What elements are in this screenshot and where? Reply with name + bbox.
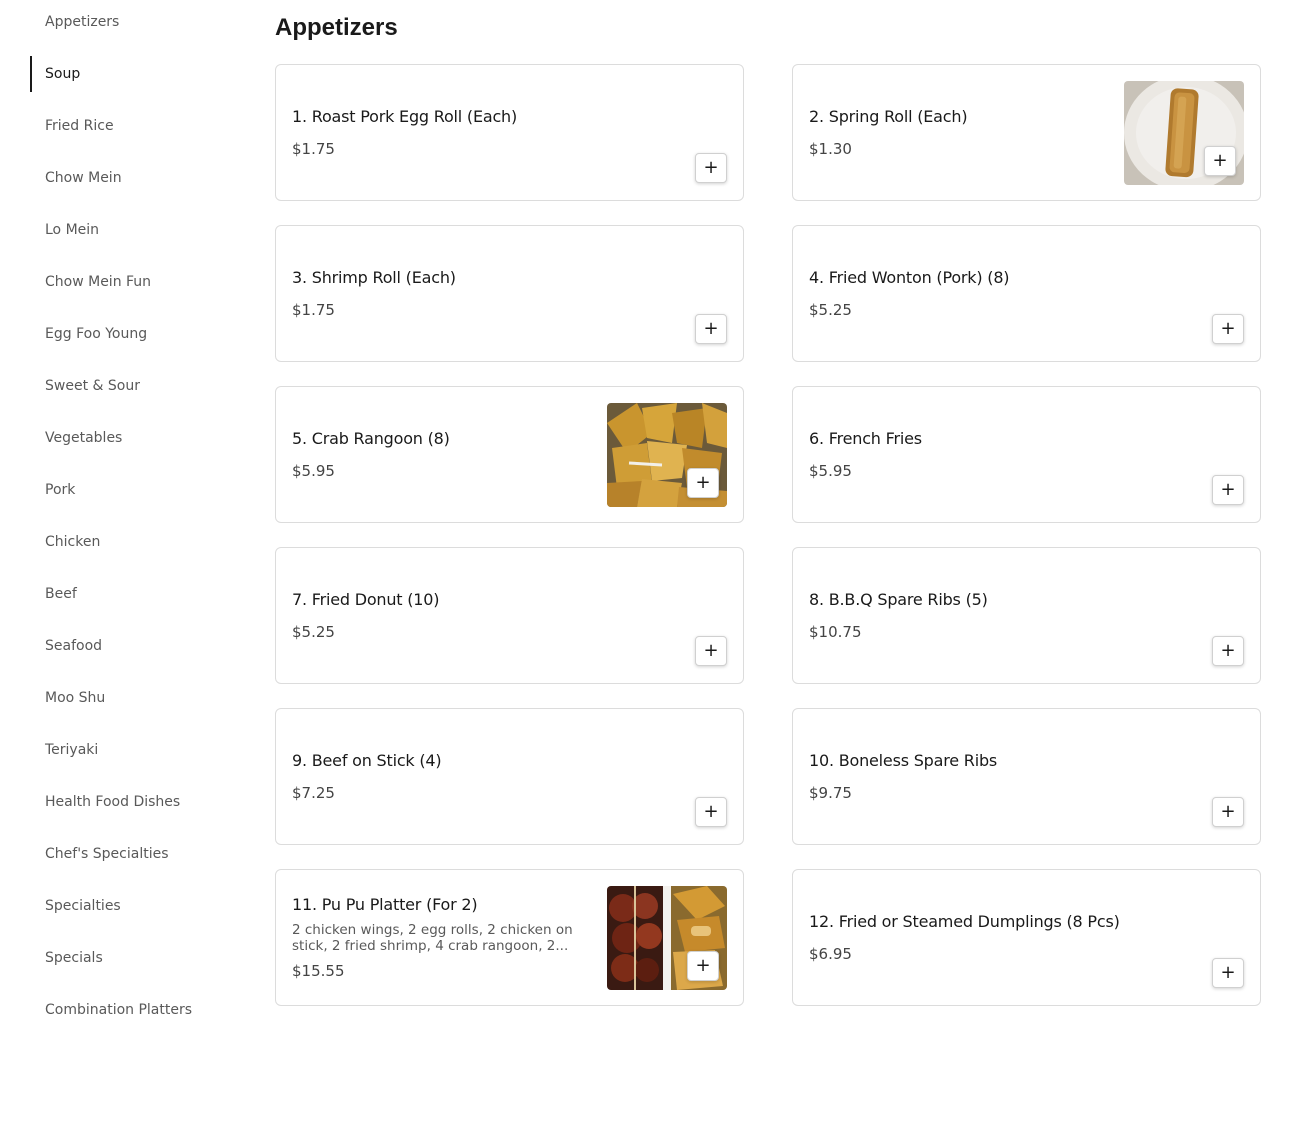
- menu-item-card[interactable]: 9. Beef on Stick (4) $7.25 +: [275, 708, 744, 845]
- sidebar-item-seafood[interactable]: Seafood: [30, 628, 230, 664]
- item-price: $5.25: [809, 301, 852, 319]
- sidebar-item-fried-rice[interactable]: Fried Rice: [30, 108, 230, 144]
- menu-item-card[interactable]: 5. Crab Rangoon (8) $5.95 +: [275, 386, 744, 523]
- menu-item-card[interactable]: 8. B.B.Q Spare Ribs (5) $10.75 +: [792, 547, 1261, 684]
- sidebar-item-vegetables[interactable]: Vegetables: [30, 420, 230, 456]
- item-name: 9. Beef on Stick (4): [292, 751, 442, 770]
- sidebar-item-moo-shu[interactable]: Moo Shu: [30, 680, 230, 716]
- menu-item-card[interactable]: 2. Spring Roll (Each) $1.30 +: [792, 64, 1261, 201]
- add-to-cart-button[interactable]: +: [695, 153, 727, 183]
- item-name: 1. Roast Pork Egg Roll (Each): [292, 107, 518, 126]
- item-name: 2. Spring Roll (Each): [809, 107, 968, 126]
- menu-item-card[interactable]: 3. Shrimp Roll (Each) $1.75 +: [275, 225, 744, 362]
- item-price: $1.75: [292, 301, 335, 319]
- item-name: 10. Boneless Spare Ribs: [809, 751, 998, 770]
- item-name: 8. B.B.Q Spare Ribs (5): [809, 590, 988, 609]
- menu-item-card[interactable]: 7. Fried Donut (10) $5.25 +: [275, 547, 744, 684]
- menu-item-card[interactable]: 10. Boneless Spare Ribs $9.75 +: [792, 708, 1261, 845]
- item-price: $5.25: [292, 623, 335, 641]
- item-price: $9.75: [809, 784, 852, 802]
- add-to-cart-button[interactable]: +: [1212, 958, 1244, 988]
- item-name: 12. Fried or Steamed Dumplings (8 Pcs): [809, 912, 1120, 931]
- item-name: 7. Fried Donut (10): [292, 590, 440, 609]
- sidebar-item-specialties[interactable]: Specialties: [30, 888, 230, 924]
- add-to-cart-button[interactable]: +: [687, 468, 719, 498]
- item-price: $1.75: [292, 140, 335, 158]
- sidebar-item-soup[interactable]: Soup: [30, 56, 230, 92]
- section-title: Appetizers: [275, 14, 398, 41]
- add-to-cart-button[interactable]: +: [687, 951, 719, 981]
- item-price: $10.75: [809, 623, 862, 641]
- sidebar-item-chicken[interactable]: Chicken: [30, 524, 230, 560]
- item-name: 11. Pu Pu Platter (For 2): [292, 895, 478, 914]
- sidebar-item-lo-mein[interactable]: Lo Mein: [30, 212, 230, 248]
- sidebar-item-beef[interactable]: Beef: [30, 576, 230, 612]
- menu-item-card[interactable]: 1. Roast Pork Egg Roll (Each) $1.75 +: [275, 64, 744, 201]
- sidebar-item-appetizers[interactable]: Appetizers: [30, 4, 230, 40]
- menu-item-card[interactable]: 4. Fried Wonton (Pork) (8) $5.25 +: [792, 225, 1261, 362]
- item-price: $7.25: [292, 784, 335, 802]
- sidebar-item-teriyaki[interactable]: Teriyaki: [30, 732, 230, 768]
- menu-item-card[interactable]: 12. Fried or Steamed Dumplings (8 Pcs) $…: [792, 869, 1261, 1006]
- add-to-cart-button[interactable]: +: [1204, 146, 1236, 176]
- sidebar-item-egg-foo-young[interactable]: Egg Foo Young: [30, 316, 230, 352]
- add-to-cart-button[interactable]: +: [695, 314, 727, 344]
- add-to-cart-button[interactable]: +: [1212, 797, 1244, 827]
- sidebar-item-pork[interactable]: Pork: [30, 472, 230, 508]
- item-name: 4. Fried Wonton (Pork) (8): [809, 268, 1010, 287]
- item-description: 2 chicken wings, 2 egg rolls, 2 chicken …: [292, 922, 573, 954]
- item-price: $1.30: [809, 140, 852, 158]
- item-name: 3. Shrimp Roll (Each): [292, 268, 456, 287]
- sidebar-item-chefs-specialties[interactable]: Chef's Specialties: [30, 836, 230, 872]
- item-price: $5.95: [809, 462, 852, 480]
- item-name: 5. Crab Rangoon (8): [292, 429, 450, 448]
- sidebar-item-chow-mein-fun[interactable]: Chow Mein Fun: [30, 264, 230, 300]
- item-name: 6. French Fries: [809, 429, 922, 448]
- item-price: $6.95: [809, 945, 852, 963]
- menu-item-card[interactable]: 11. Pu Pu Platter (For 2) 2 chicken wing…: [275, 869, 744, 1006]
- add-to-cart-button[interactable]: +: [1212, 636, 1244, 666]
- add-to-cart-button[interactable]: +: [695, 636, 727, 666]
- item-price: $5.95: [292, 462, 335, 480]
- item-price: $15.55: [292, 962, 345, 980]
- sidebar-item-health-food-dishes[interactable]: Health Food Dishes: [30, 784, 230, 820]
- sidebar-item-sweet-sour[interactable]: Sweet & Sour: [30, 368, 230, 404]
- sidebar-item-chow-mein[interactable]: Chow Mein: [30, 160, 230, 196]
- add-to-cart-button[interactable]: +: [695, 797, 727, 827]
- add-to-cart-button[interactable]: +: [1212, 475, 1244, 505]
- add-to-cart-button[interactable]: +: [1212, 314, 1244, 344]
- menu-item-card[interactable]: 6. French Fries $5.95 +: [792, 386, 1261, 523]
- sidebar-item-combination-platters[interactable]: Combination Platters: [30, 992, 230, 1028]
- sidebar-item-specials[interactable]: Specials: [30, 940, 230, 976]
